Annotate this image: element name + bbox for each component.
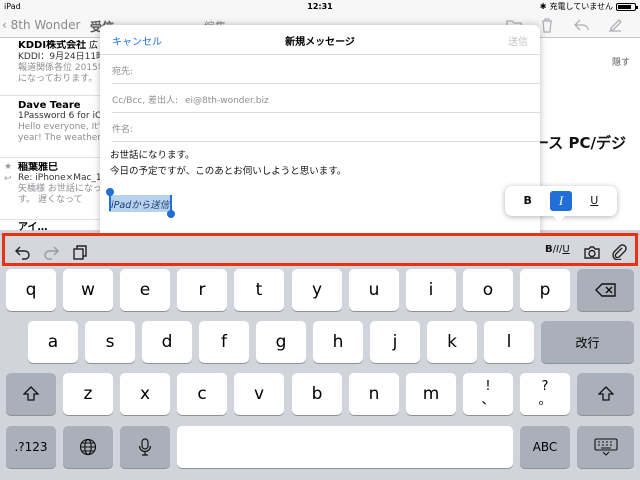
message-body[interactable]: お世話になります。 今日の予定ですが、このあとお伺いしようと思います。 (110, 148, 346, 180)
status-right: ✱ 充電していません (539, 1, 638, 12)
camera-icon[interactable] (583, 244, 601, 260)
key-r[interactable]: r (177, 269, 227, 311)
key-n[interactable]: n (349, 373, 399, 415)
backspace-key[interactable] (577, 269, 634, 311)
cc-label: Cc/Bcc, 差出人: (112, 96, 179, 106)
key-m[interactable]: m (406, 373, 456, 415)
keyboard: q w e r t y u i o p a s d f g h j k l 改行… (0, 267, 640, 480)
subject-label: 件名: (112, 125, 134, 135)
to-field[interactable]: 宛先: (112, 55, 540, 84)
key-i[interactable]: i (406, 269, 456, 311)
from-address: ei@8th-wonder.biz (184, 96, 269, 106)
back-button[interactable]: ‹ 8th Wonder (2, 18, 80, 32)
key-a[interactable]: a (28, 321, 78, 363)
key-exclaim-comma[interactable]: !、 (463, 373, 513, 415)
numbers-key[interactable]: .?123 (6, 426, 56, 468)
space-key[interactable] (177, 426, 513, 468)
key-l[interactable]: l (484, 321, 534, 363)
shift-key[interactable] (6, 373, 56, 415)
star-icon: ★ (4, 162, 13, 172)
key-h[interactable]: h (313, 321, 363, 363)
globe-key[interactable] (63, 426, 113, 468)
selection-start-handle[interactable] (106, 188, 114, 211)
dictation-key[interactable] (120, 426, 170, 468)
italic-button[interactable]: I (547, 190, 574, 212)
bluetooth-icon: ✱ (539, 2, 547, 11)
detail-subject: ース PC/デジ (534, 134, 626, 152)
key-c[interactable]: c (177, 373, 227, 415)
format-popover: B I U (505, 186, 617, 222)
redo-icon[interactable] (42, 244, 60, 260)
return-key[interactable]: 改行 (541, 321, 634, 363)
underline-button[interactable]: U (581, 190, 607, 212)
shortcut-bar: B/I/U (0, 234, 640, 267)
key-v[interactable]: v (234, 373, 284, 415)
to-label: 宛先: (112, 67, 134, 77)
paste-icon[interactable] (70, 244, 88, 260)
hide-button[interactable]: 隠す (612, 55, 630, 68)
selected-text[interactable]: iPadから送信 (109, 195, 172, 212)
compose-icon[interactable] (606, 16, 624, 34)
attachment-icon[interactable] (610, 244, 628, 260)
key-question-period[interactable]: ?。 (520, 373, 570, 415)
battery-icon (616, 2, 638, 11)
compose-title: 新規メッセージ (285, 37, 355, 48)
status-bar: iPad 12:31 ✱ 充電していません (0, 0, 640, 13)
body-line: お世話になります。 (110, 150, 195, 161)
key-z[interactable]: z (63, 373, 113, 415)
key-e[interactable]: e (120, 269, 170, 311)
send-button[interactable]: 送信 (508, 33, 528, 48)
key-k[interactable]: k (427, 321, 477, 363)
key-q[interactable]: q (6, 269, 56, 311)
key-u[interactable]: u (349, 269, 399, 311)
key-t[interactable]: t (234, 269, 284, 311)
abc-key[interactable]: ABC (520, 426, 570, 468)
key-b[interactable]: b (292, 373, 342, 415)
reply-icon[interactable] (572, 16, 590, 34)
key-o[interactable]: o (463, 269, 513, 311)
undo-icon[interactable] (14, 244, 32, 260)
key-x[interactable]: x (120, 373, 170, 415)
bold-button[interactable]: B (515, 190, 541, 212)
key-f[interactable]: f (199, 321, 249, 363)
dismiss-keyboard-key[interactable] (577, 426, 634, 468)
backspace-icon (594, 283, 616, 297)
charging-label: 充電していません (549, 2, 613, 11)
microphone-icon (138, 438, 152, 456)
key-j[interactable]: j (370, 321, 420, 363)
key-d[interactable]: d (142, 321, 192, 363)
compose-nav-bar: キャンセル 新規メッセージ 送信 (100, 25, 540, 55)
key-y[interactable]: y (292, 269, 342, 311)
biu-format-button[interactable]: B/I/U (545, 244, 570, 255)
key-g[interactable]: g (256, 321, 306, 363)
shift-key-right[interactable] (577, 373, 634, 415)
trash-icon[interactable] (538, 16, 556, 34)
compose-sheet: キャンセル 新規メッセージ 送信 宛先: Cc/Bcc, 差出人: ei@8th… (100, 25, 540, 235)
body-line: 今日の予定ですが、このあとお伺いしようと思います。 (110, 166, 347, 177)
key-w[interactable]: w (63, 269, 113, 311)
globe-icon (79, 438, 97, 456)
keyboard-dismiss-icon (593, 438, 618, 456)
replied-icon: ↩ (4, 174, 12, 184)
cc-bcc-from-field[interactable]: Cc/Bcc, 差出人: ei@8th-wonder.biz (112, 84, 540, 113)
selection-end-handle[interactable] (167, 195, 175, 218)
subject-field[interactable]: 件名: (112, 113, 540, 142)
shift-icon (23, 386, 39, 401)
shift-icon (597, 386, 614, 401)
key-p[interactable]: p (520, 269, 570, 311)
key-s[interactable]: s (85, 321, 135, 363)
